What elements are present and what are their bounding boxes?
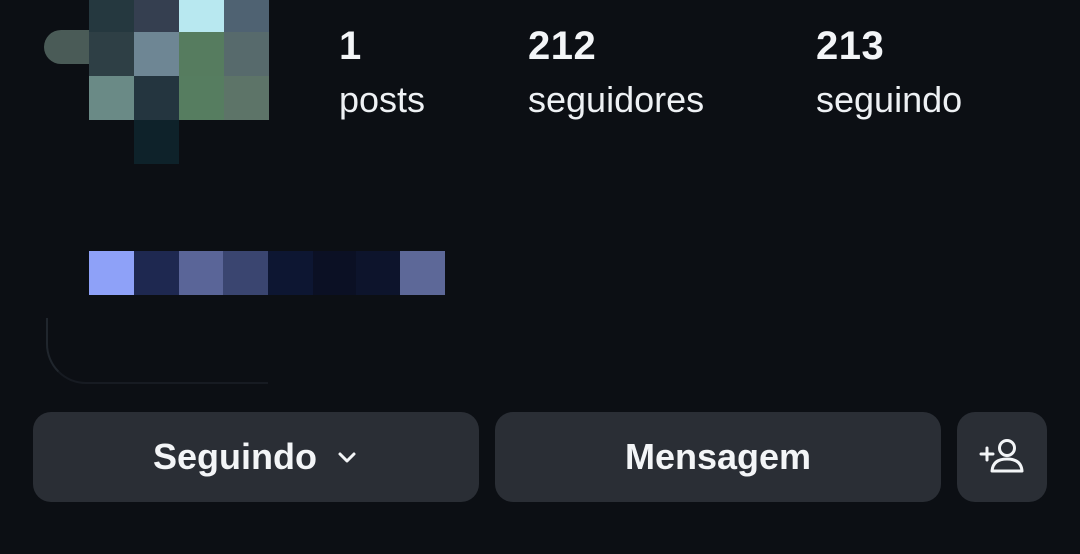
profile-screen: 1 posts 212 seguidores 213 seguindo Segu… bbox=[0, 0, 1080, 554]
following-button-label: Seguindo bbox=[153, 436, 317, 477]
stat-following-label: seguindo bbox=[816, 79, 963, 120]
stat-posts-label: posts bbox=[339, 79, 426, 120]
stat-posts[interactable]: 1 posts bbox=[339, 24, 425, 122]
profile-bio-redacted bbox=[46, 318, 268, 384]
avatar[interactable] bbox=[44, 0, 269, 164]
message-button-label: Mensagem bbox=[624, 436, 812, 477]
chevron-down-icon bbox=[338, 452, 356, 463]
add-user-button[interactable] bbox=[957, 412, 1047, 502]
add-person-icon bbox=[979, 439, 1024, 473]
following-button[interactable]: Seguindo bbox=[33, 412, 479, 502]
stat-following-value: 213 bbox=[816, 24, 885, 68]
stat-followers[interactable]: 212 seguidores bbox=[528, 24, 704, 122]
stat-following[interactable]: 213 seguindo bbox=[816, 24, 962, 122]
stat-followers-label: seguidores bbox=[528, 79, 705, 120]
stat-followers-value: 212 bbox=[528, 24, 597, 68]
message-button[interactable]: Mensagem bbox=[495, 412, 941, 502]
stat-posts-value: 1 bbox=[339, 24, 362, 68]
